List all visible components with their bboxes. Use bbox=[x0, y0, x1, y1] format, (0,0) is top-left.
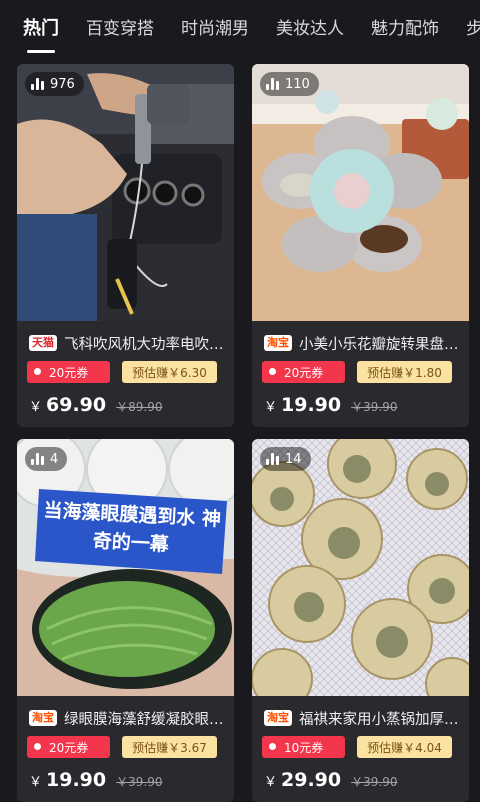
image-caption: 当海藻眼膜遇到水 神奇的一幕 bbox=[42, 499, 222, 556]
original-price: ￥39.90 bbox=[351, 400, 398, 414]
view-chart-icon bbox=[31, 78, 44, 90]
current-price: ￥ 19.90 bbox=[264, 394, 342, 416]
product-card[interactable]: 14 淘宝 福祺来家用小蒸锅加厚不锈钢 10元券 预估赚￥4.04 ￥29.90… bbox=[252, 439, 469, 802]
product-image[interactable]: 当海藻眼膜遇到水 神奇的一幕 4 bbox=[17, 439, 234, 696]
estimated-earning: 预估赚￥1.80 bbox=[357, 361, 452, 383]
tmall-badge: 天猫 bbox=[29, 335, 57, 351]
tab-outfits[interactable]: 百变穿搭 bbox=[86, 17, 154, 41]
coupon-tag[interactable]: 20元券 bbox=[27, 361, 110, 383]
view-count: 976 bbox=[50, 76, 75, 92]
tab-accessories[interactable]: 魅力配饰 bbox=[371, 17, 439, 41]
coupon-tag[interactable]: 20元券 bbox=[262, 361, 345, 383]
view-count-badge: 110 bbox=[260, 72, 319, 96]
taobao-badge: 淘宝 bbox=[29, 710, 57, 726]
current-price: ￥ 69.90 bbox=[29, 394, 107, 416]
coupon-tag[interactable]: 20元券 bbox=[27, 736, 110, 758]
original-price: ￥39.90 bbox=[116, 775, 163, 789]
current-price: ￥ 19.90 bbox=[29, 769, 107, 791]
product-card[interactable]: 976 天猫 飞科吹风机大功率电吹风机家用 20元券 预估赚￥6.30 ￥69.… bbox=[17, 64, 234, 427]
view-chart-icon bbox=[266, 78, 279, 90]
view-count: 4 bbox=[50, 451, 59, 467]
estimated-earning: 预估赚￥6.30 bbox=[122, 361, 217, 383]
original-price: ￥89.90 bbox=[116, 400, 163, 414]
tab-hot[interactable]: 热门 bbox=[23, 17, 59, 53]
product-title[interactable]: 小美小乐花瓣旋转果盘干果盒 bbox=[299, 333, 462, 354]
view-count-badge: 976 bbox=[25, 72, 84, 96]
view-chart-icon bbox=[266, 453, 279, 465]
current-price: ￥ 29.90 bbox=[264, 769, 342, 791]
view-count-badge: 14 bbox=[260, 447, 311, 471]
product-image[interactable]: 14 bbox=[252, 439, 469, 696]
view-count-badge: 4 bbox=[25, 447, 68, 471]
estimated-earning: 预估赚￥3.67 bbox=[122, 736, 217, 758]
category-tabs: 热门 百变穿搭 时尚潮男 美妆达人 魅力配饰 步履不停 bbox=[0, 0, 480, 58]
product-card[interactable]: 110 淘宝 小美小乐花瓣旋转果盘干果盒 20元券 预估赚￥1.80 ￥19.9… bbox=[252, 64, 469, 427]
taobao-badge: 淘宝 bbox=[264, 335, 292, 351]
product-card[interactable]: 当海藻眼膜遇到水 神奇的一幕 4 淘宝 绿眼膜海藻舒缓凝胶眼贴膜 20元券 预估… bbox=[17, 439, 234, 802]
tab-beauty[interactable]: 美妆达人 bbox=[276, 17, 344, 41]
product-title[interactable]: 飞科吹风机大功率电吹风机家用 bbox=[64, 333, 227, 354]
original-price: ￥39.90 bbox=[351, 775, 398, 789]
view-count: 14 bbox=[285, 451, 302, 467]
tab-shoes[interactable]: 步履不停 bbox=[466, 17, 480, 41]
taobao-badge: 淘宝 bbox=[264, 710, 292, 726]
product-title[interactable]: 绿眼膜海藻舒缓凝胶眼贴膜 bbox=[64, 708, 227, 729]
product-title[interactable]: 福祺来家用小蒸锅加厚不锈钢 bbox=[299, 708, 462, 729]
product-image[interactable]: 110 bbox=[252, 64, 469, 321]
product-image[interactable]: 976 bbox=[17, 64, 234, 321]
view-chart-icon bbox=[31, 453, 44, 465]
coupon-tag[interactable]: 10元券 bbox=[262, 736, 345, 758]
estimated-earning: 预估赚￥4.04 bbox=[357, 736, 452, 758]
tab-men-fashion[interactable]: 时尚潮男 bbox=[181, 17, 249, 41]
view-count: 110 bbox=[285, 76, 310, 92]
